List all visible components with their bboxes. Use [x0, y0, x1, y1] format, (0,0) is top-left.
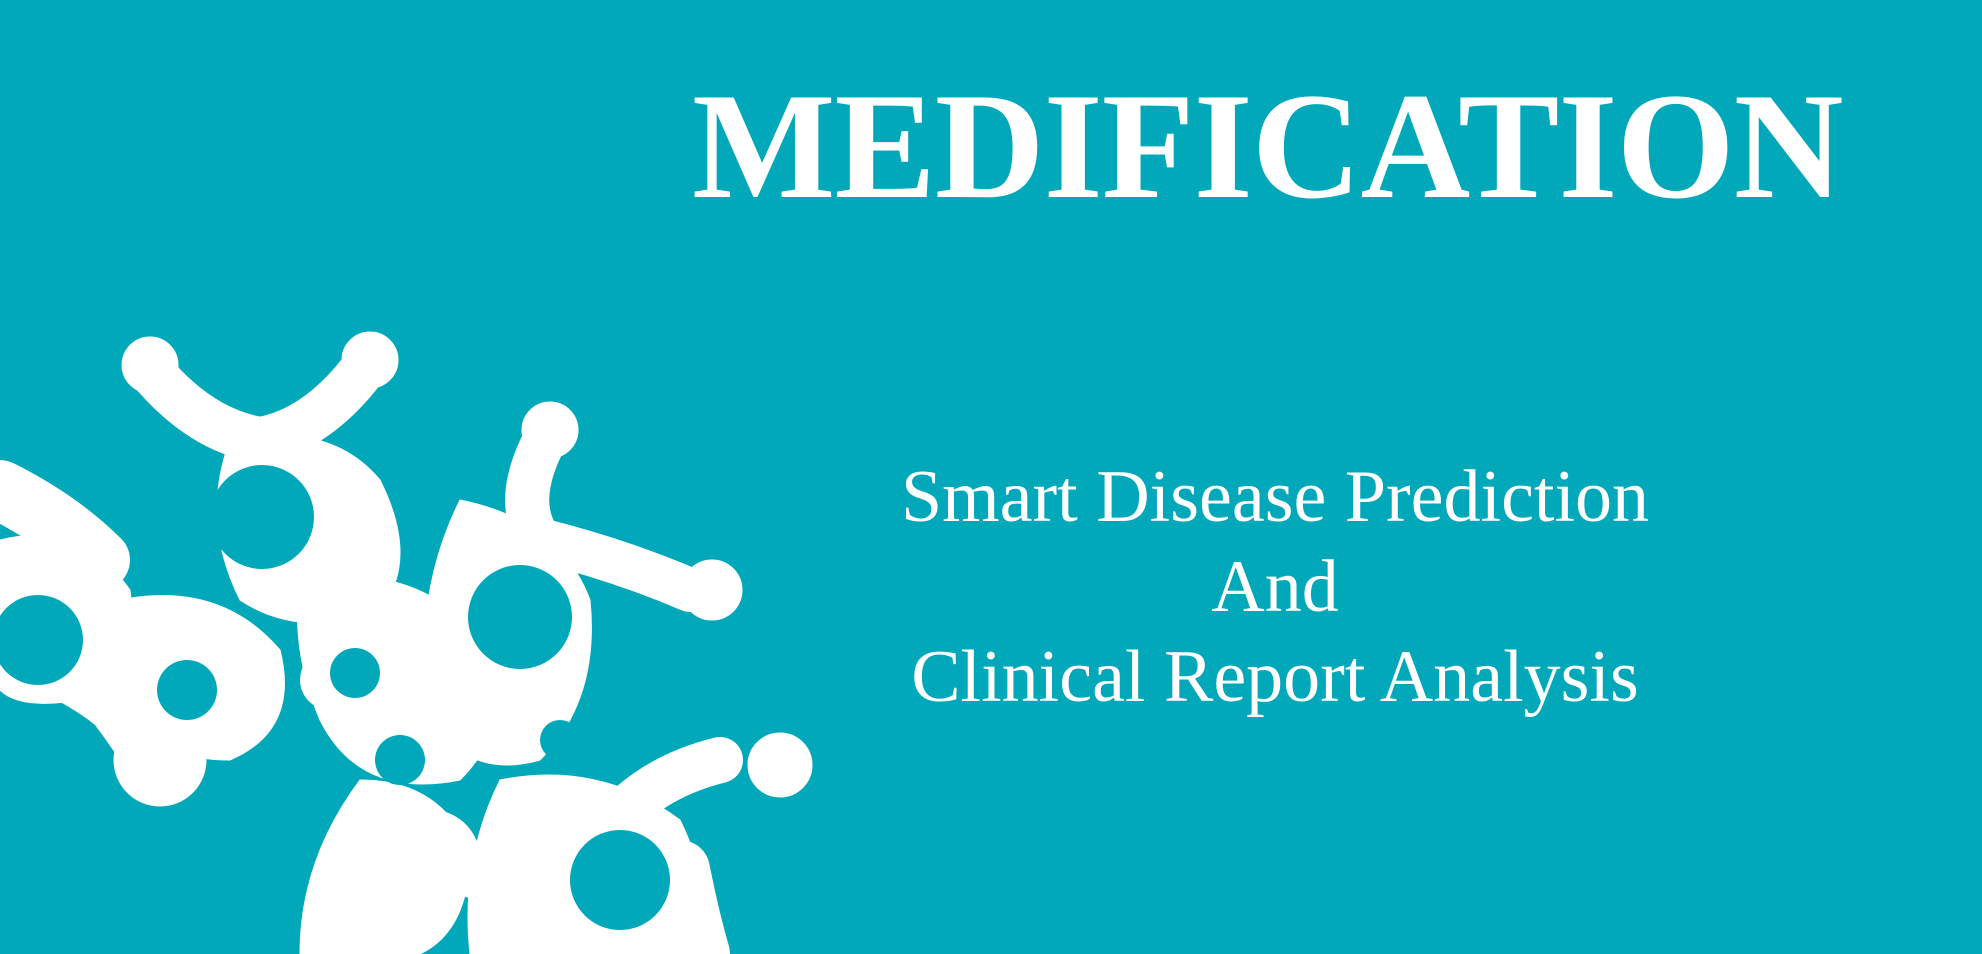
subtitle-block: Smart Disease Prediction And Clinical Re…: [860, 452, 1690, 722]
molecule-network-icon: [0, 331, 813, 954]
subtitle-line-2: And: [1211, 546, 1339, 628]
subtitle-line-1: Smart Disease Prediction: [900, 456, 1650, 538]
subtitle-line-3: Clinical Report Analysis: [911, 636, 1639, 718]
app-title: MEDIFICATION: [692, 62, 1844, 230]
